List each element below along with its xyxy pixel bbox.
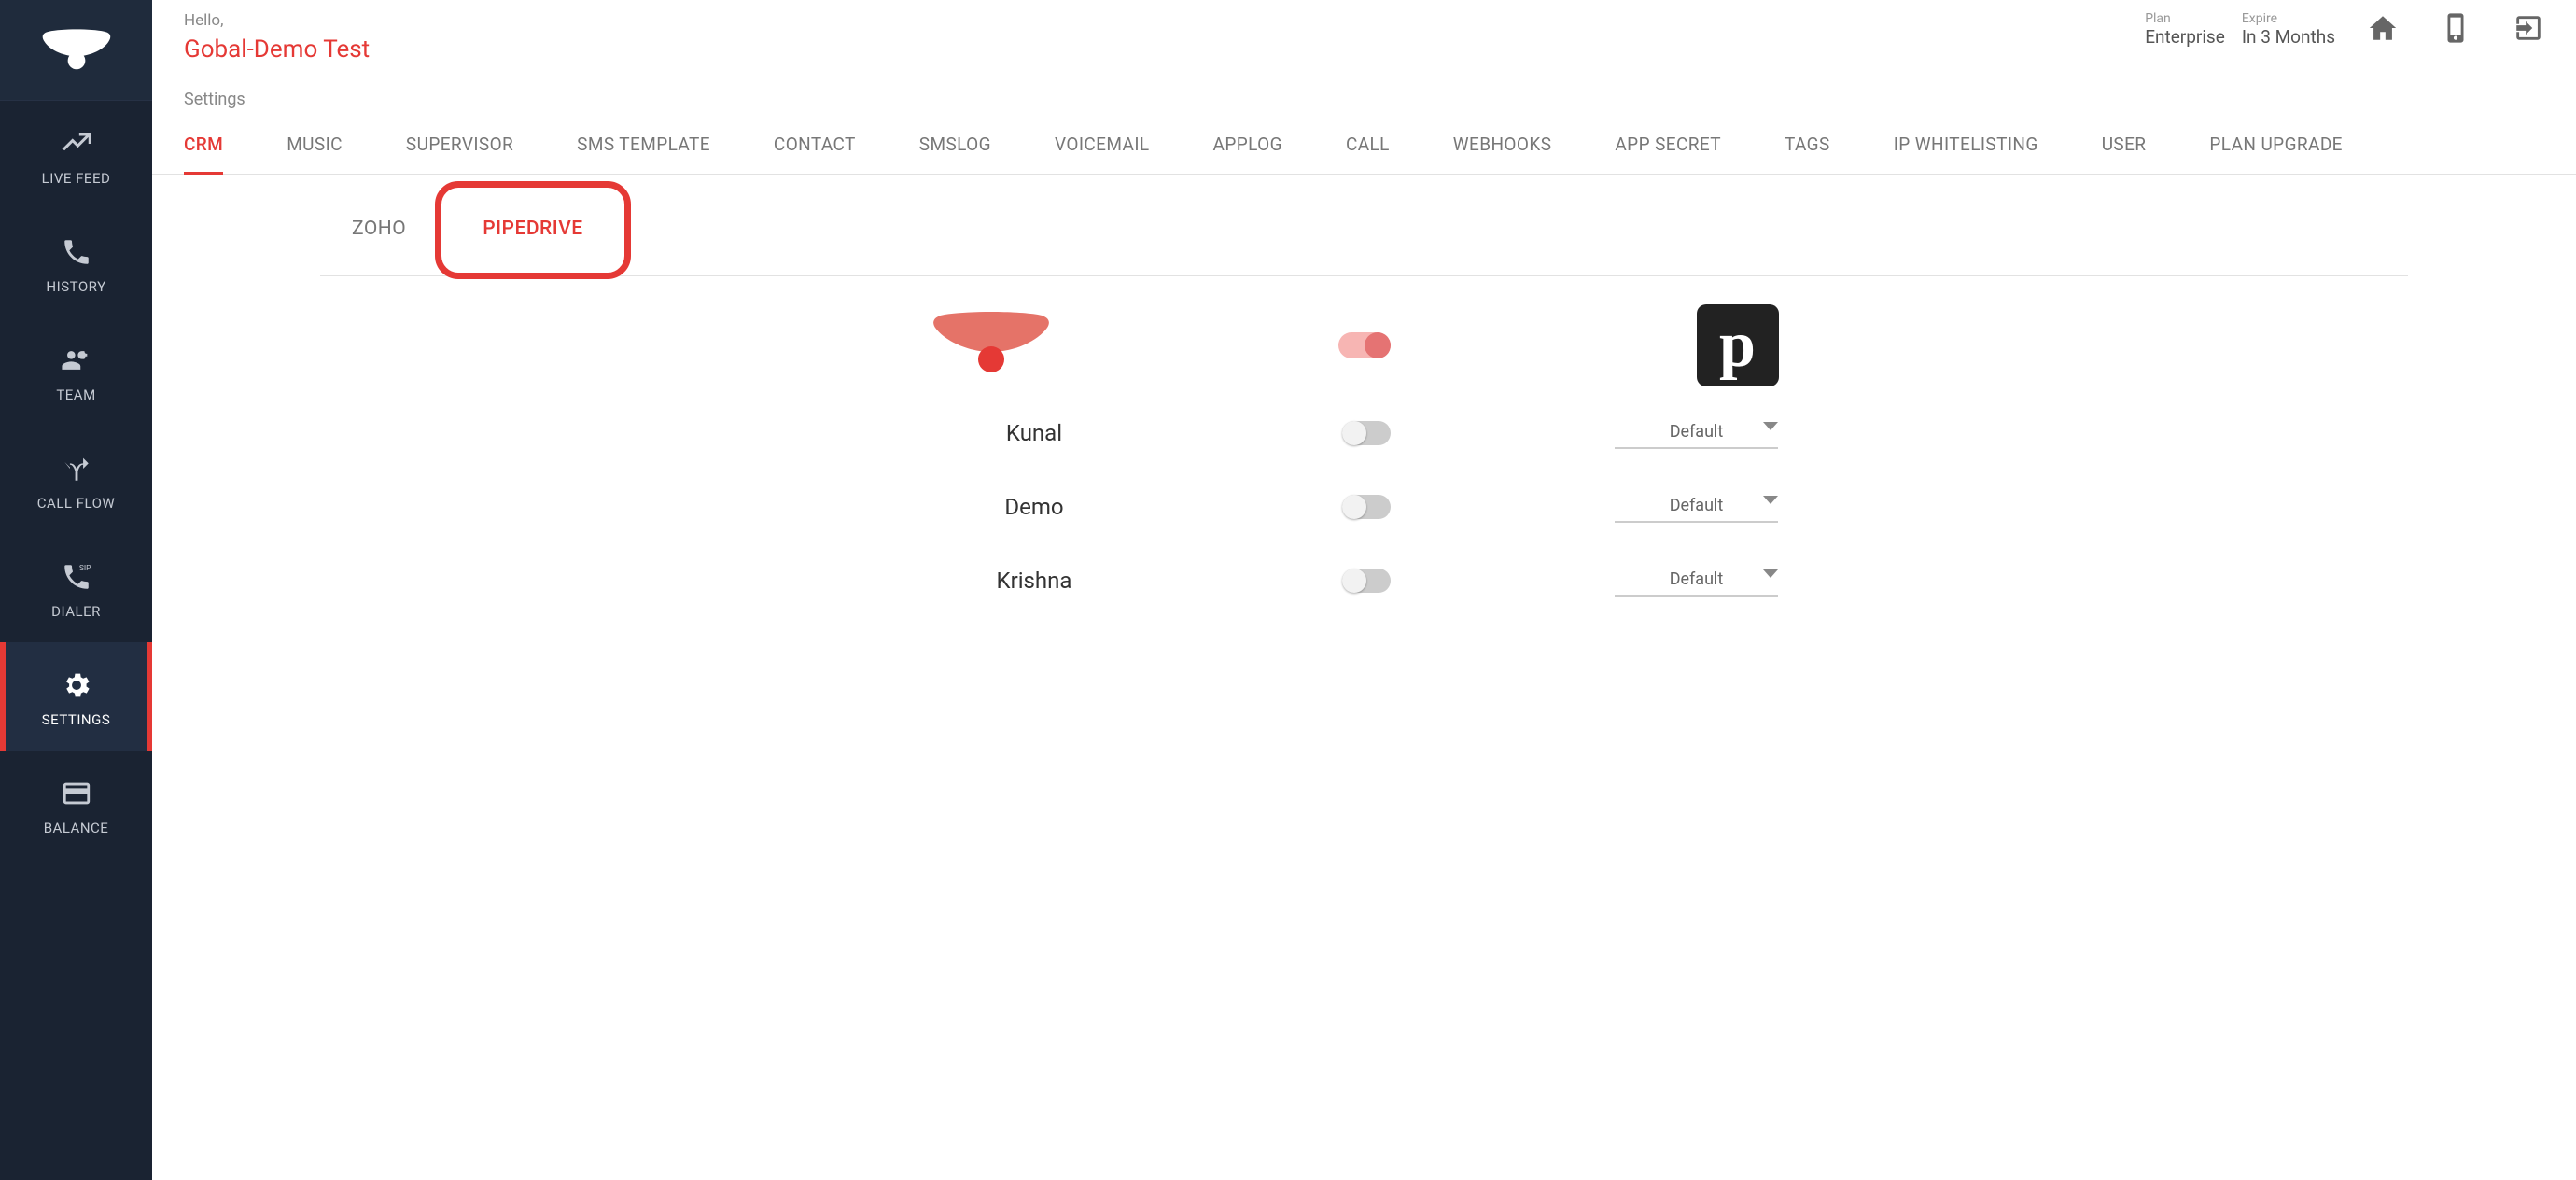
mobile-icon[interactable] [2440, 12, 2471, 48]
pipedrive-logo-icon: p [1697, 304, 1779, 386]
sidebar-item-label: LIVE FEED [42, 170, 111, 187]
user-toggle[interactable] [1342, 421, 1391, 445]
user-name: Demo [950, 494, 1118, 520]
tab-user[interactable]: USER [2102, 117, 2147, 174]
card-icon [60, 777, 93, 810]
crm-sub-tabs: ZOHO PIPEDRIVE [320, 184, 2408, 276]
sidebar-item-label: CALL FLOW [37, 495, 115, 512]
tab-webhooks[interactable]: WEBHOOKS [1453, 117, 1552, 174]
sidebar-item-settings[interactable]: SETTINGS [0, 642, 152, 751]
user-select-value: Default [1670, 496, 1724, 515]
plan-value: Enterprise [2145, 26, 2225, 48]
tab-voicemail[interactable]: VOICEMAIL [1055, 117, 1150, 174]
sidebar-item-live-feed[interactable]: LIVE FEED [0, 101, 152, 209]
tab-supervisor[interactable]: SUPERVISOR [406, 117, 513, 174]
expire-value: In 3 Months [2242, 26, 2335, 48]
user-select[interactable]: Default [1615, 416, 1778, 449]
tab-smslog[interactable]: SMSLOG [919, 117, 991, 174]
tab-contact[interactable]: CONTACT [774, 117, 856, 174]
chevron-down-icon [1763, 422, 1778, 430]
sidebar-item-label: BALANCE [44, 820, 109, 836]
sidebar-item-call-flow[interactable]: CALL FLOW [0, 426, 152, 534]
sidebar-item-history[interactable]: HISTORY [0, 209, 152, 317]
user-select-value: Default [1670, 569, 1724, 589]
user-select[interactable]: Default [1615, 490, 1778, 523]
logout-icon[interactable] [2513, 12, 2544, 48]
user-select-value: Default [1670, 422, 1724, 442]
greeting-text: Hello, [184, 11, 370, 30]
home-icon[interactable] [2367, 12, 2399, 48]
tab-ip-whitelisting[interactable]: IP WHITELISTING [1894, 117, 2038, 174]
user-name: Krishna [950, 568, 1118, 594]
user-name: Kunal [950, 420, 1118, 446]
main-area: Hello, Gobal-Demo Test Plan Enterprise E… [152, 0, 2576, 1180]
user-toggle[interactable] [1342, 495, 1391, 519]
app-logo [0, 0, 152, 101]
trend-icon [60, 127, 93, 161]
plan-label: Plan [2145, 11, 2225, 26]
primary-tabs: CRM MUSIC SUPERVISOR SMS TEMPLATE CONTAC… [152, 117, 2576, 175]
integration-user-row: Kunal Default [320, 396, 2408, 470]
tab-call[interactable]: CALL [1346, 117, 1390, 174]
phone-logo-icon [40, 27, 113, 74]
split-icon [60, 452, 93, 485]
sidebar: LIVE FEED HISTORY TEAM CALL FLOW SIP DIA… [0, 0, 152, 1180]
user-select[interactable]: Default [1615, 564, 1778, 597]
user-toggle[interactable] [1342, 569, 1391, 593]
integration-user-row: Krishna Default [320, 543, 2408, 617]
sidebar-item-dialer[interactable]: SIP DIALER [0, 534, 152, 642]
integration-user-row: Demo Default [320, 470, 2408, 543]
crm-content: ZOHO PIPEDRIVE p Kunal Default [152, 175, 2576, 617]
sidebar-item-balance[interactable]: BALANCE [0, 751, 152, 859]
integration-header-row: p [320, 276, 2408, 396]
gear-icon [60, 668, 93, 702]
phone-icon [60, 235, 93, 269]
master-toggle[interactable] [1338, 332, 1391, 358]
topbar: Hello, Gobal-Demo Test Plan Enterprise E… [152, 0, 2576, 71]
tab-tags[interactable]: TAGS [1785, 117, 1830, 174]
team-icon [60, 344, 93, 377]
sidebar-item-label: HISTORY [46, 278, 105, 295]
tenant-name: Gobal-Demo Test [184, 35, 370, 63]
svg-text:SIP: SIP [78, 564, 91, 573]
chevron-down-icon [1763, 496, 1778, 504]
plan-info: Plan Enterprise Expire In 3 Months [2145, 11, 2335, 48]
sip-phone-icon: SIP [60, 560, 93, 594]
app-phone-logo-icon [926, 311, 1057, 380]
sidebar-item-team[interactable]: TEAM [0, 317, 152, 426]
tab-pipedrive[interactable]: PIPEDRIVE [438, 184, 627, 276]
tab-crm[interactable]: CRM [184, 117, 223, 175]
expire-label: Expire [2242, 11, 2335, 26]
chevron-down-icon [1763, 569, 1778, 578]
tab-zoho[interactable]: ZOHO [320, 184, 438, 275]
sidebar-item-label: DIALER [51, 603, 101, 620]
greeting-block: Hello, Gobal-Demo Test [184, 11, 370, 63]
tab-sms-template[interactable]: SMS TEMPLATE [577, 117, 710, 174]
tab-app-secret[interactable]: APP SECRET [1615, 117, 1721, 174]
sidebar-item-label: SETTINGS [42, 711, 111, 728]
tab-applog[interactable]: APPLOG [1213, 117, 1282, 174]
tab-plan-upgrade[interactable]: PLAN UPGRADE [2209, 117, 2342, 174]
tab-music[interactable]: MUSIC [287, 117, 343, 174]
sidebar-item-label: TEAM [56, 386, 95, 403]
section-title: Settings [152, 71, 2576, 117]
